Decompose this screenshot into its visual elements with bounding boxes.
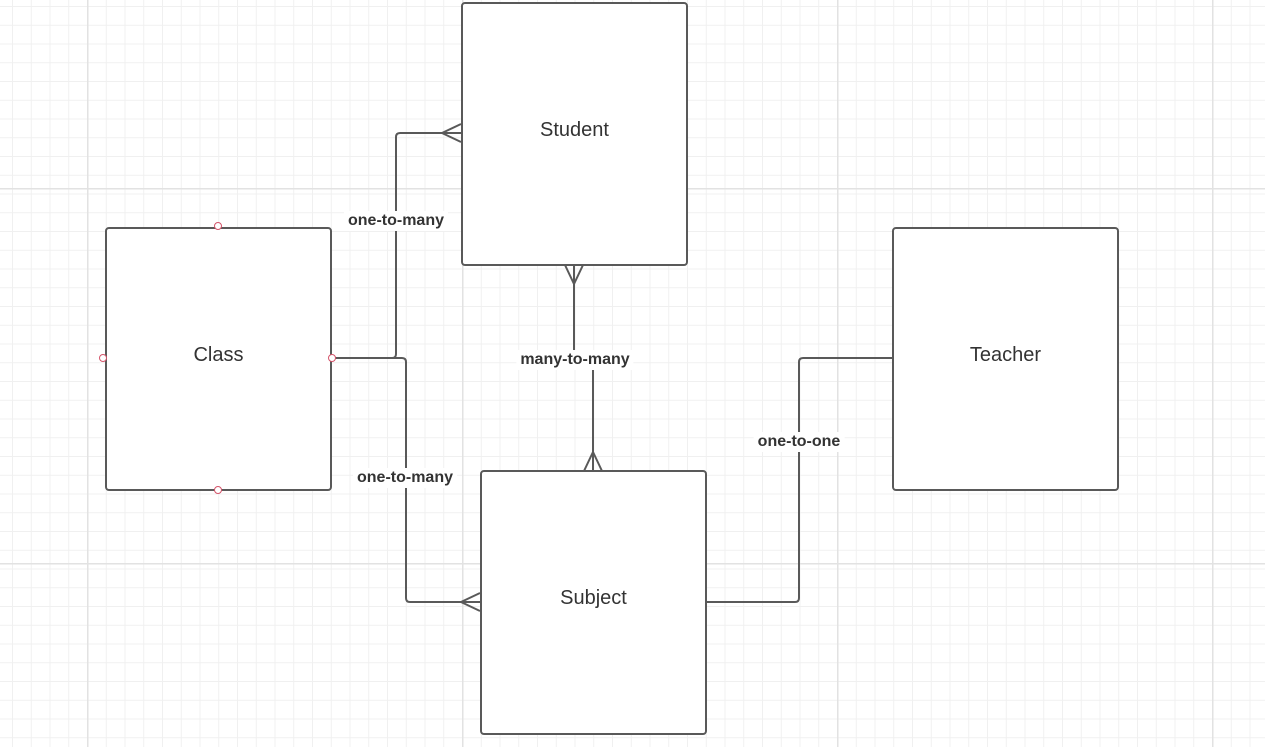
entity-label: Student bbox=[540, 119, 609, 141]
connector-class-student[interactable] bbox=[331, 123, 462, 359]
selection-handle-left[interactable] bbox=[99, 354, 107, 362]
selection-handle-top[interactable] bbox=[214, 222, 222, 230]
entity-label: Teacher bbox=[969, 344, 1042, 366]
selection-handle-right[interactable] bbox=[328, 354, 336, 362]
relationship-label-subject-teacher[interactable]: one-to-one bbox=[753, 432, 845, 452]
selection-handle-bottom[interactable] bbox=[214, 486, 222, 494]
entity-label: Class bbox=[193, 344, 244, 366]
entity-student[interactable]: Student bbox=[461, 2, 688, 266]
diagram-canvas[interactable]: Student Class Teacher Subject one-to-man… bbox=[0, 0, 1265, 747]
entity-label: Subject bbox=[560, 587, 627, 609]
connector-subject-teacher[interactable] bbox=[706, 357, 893, 603]
entity-subject[interactable]: Subject bbox=[480, 470, 707, 735]
entity-teacher[interactable]: Teacher bbox=[892, 227, 1119, 491]
entity-class[interactable]: Class bbox=[105, 227, 332, 491]
relationship-label-class-subject[interactable]: one-to-many bbox=[353, 468, 457, 488]
relationship-label-student-subject[interactable]: many-to-many bbox=[516, 350, 634, 370]
relationship-label-class-student[interactable]: one-to-many bbox=[344, 211, 448, 231]
